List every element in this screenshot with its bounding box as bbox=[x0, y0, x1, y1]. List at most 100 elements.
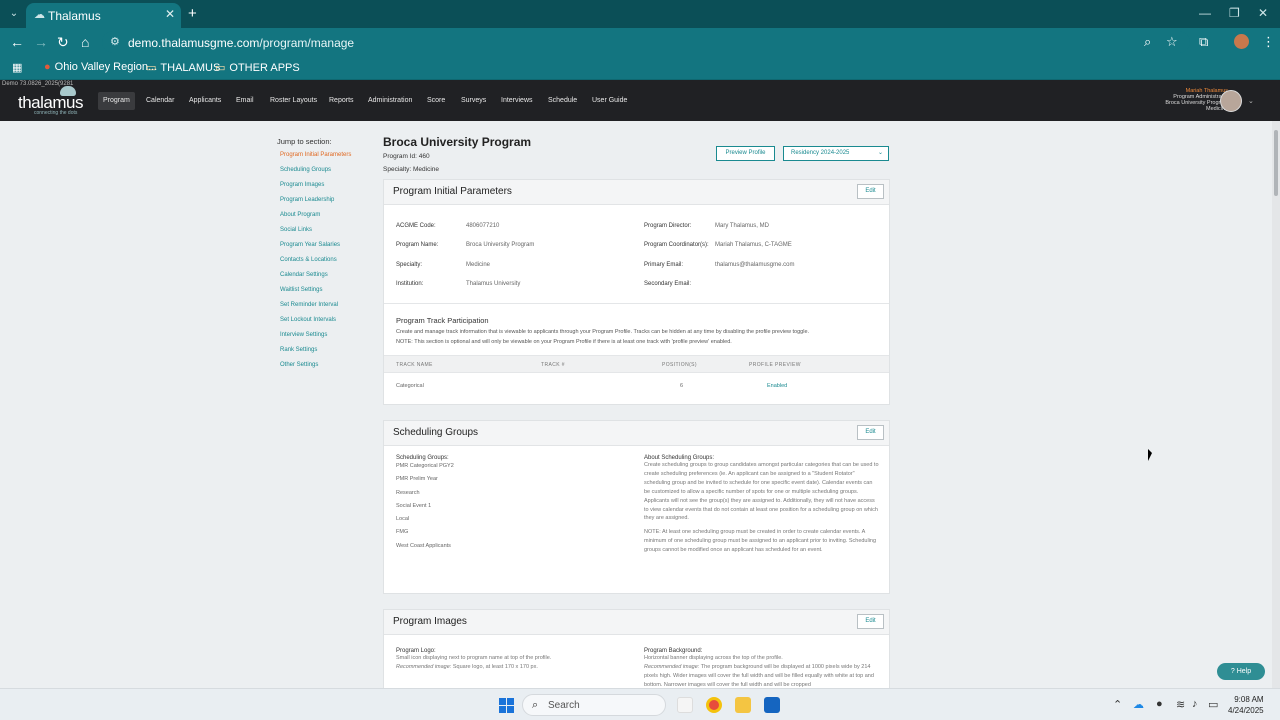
scrollbar-thumb[interactable] bbox=[1274, 130, 1278, 196]
season-select[interactable]: Residency 2024-2025 ⌄ bbox=[783, 146, 889, 161]
user-avatar[interactable] bbox=[1220, 90, 1242, 112]
card-header: Program Images Edit bbox=[384, 610, 889, 635]
list-item: Local bbox=[396, 516, 410, 523]
about-scheduling-groups: About Scheduling Groups: Create scheduli… bbox=[644, 455, 879, 555]
minimize-icon[interactable]: — bbox=[1199, 6, 1211, 20]
slack-app-icon[interactable] bbox=[677, 697, 693, 713]
thalamus-favicon-icon: ☁ bbox=[34, 9, 45, 21]
list-item: Social Event 1 bbox=[396, 502, 432, 509]
edit-initial-parameters-button[interactable]: Edit bbox=[857, 184, 884, 199]
chevron-down-icon: ⌄ bbox=[877, 150, 883, 156]
jump-waitlist-settings[interactable]: Waitlist Settings bbox=[277, 286, 351, 301]
nav-reports[interactable]: Reports bbox=[329, 92, 354, 110]
program-background-desc: Horizontal banner displaying across the … bbox=[644, 655, 783, 661]
user-menu-chevron-icon[interactable]: ⌄ bbox=[1248, 97, 1254, 105]
home-icon[interactable]: ⌂ bbox=[81, 34, 89, 50]
program-logo-desc: Small icon displaying next to program na… bbox=[396, 655, 552, 661]
nav-program[interactable]: Program bbox=[98, 92, 135, 110]
close-window-icon[interactable]: ✕ bbox=[1258, 6, 1268, 20]
nav-user-guide[interactable]: User Guide bbox=[592, 92, 627, 110]
list-item: FMG bbox=[396, 529, 409, 536]
close-tab-icon[interactable]: ✕ bbox=[165, 7, 175, 21]
browser-tab[interactable]: ☁ Thalamus ✕ bbox=[26, 3, 181, 28]
back-arrow-icon[interactable]: ← bbox=[10, 34, 24, 50]
help-button[interactable]: ? Help bbox=[1217, 663, 1265, 680]
nav-email[interactable]: Email bbox=[236, 92, 254, 110]
bookmark-folder-other-apps[interactable]: ▭ OTHER APPS bbox=[215, 61, 300, 74]
taskbar-clock[interactable]: 9:08 AM 4/24/2025 bbox=[1228, 694, 1264, 716]
mouse-cursor-icon bbox=[1148, 449, 1152, 461]
extensions-icon[interactable]: ⧉ bbox=[1199, 34, 1208, 50]
volume-icon[interactable]: ♪ bbox=[1192, 698, 1198, 710]
nav-roster-layouts[interactable]: Roster Layouts bbox=[270, 92, 317, 110]
new-tab-icon[interactable]: + bbox=[188, 5, 197, 22]
jump-set-reminder-interval[interactable]: Set Reminder Interval bbox=[277, 301, 351, 316]
page-content: Jump to section: Program Initial Paramet… bbox=[0, 121, 1272, 688]
wifi-icon[interactable]: ≋ bbox=[1176, 698, 1185, 711]
card-title: Scheduling Groups bbox=[393, 427, 479, 438]
chrome-app-icon[interactable] bbox=[706, 697, 722, 713]
nav-score[interactable]: Score bbox=[427, 92, 445, 110]
preview-profile-button[interactable]: Preview Profile bbox=[716, 146, 775, 161]
tab-search-chevron-icon[interactable]: ⌄ bbox=[6, 6, 22, 22]
outlook-app-icon[interactable] bbox=[764, 697, 780, 713]
page-title: Broca University Program bbox=[383, 135, 532, 149]
track-participation-desc: Create and manage track information that… bbox=[396, 329, 810, 345]
nav-administration[interactable]: Administration bbox=[368, 92, 412, 110]
program-logo-rec: Recommended image: Square logo, at least… bbox=[396, 663, 538, 670]
nav-applicants[interactable]: Applicants bbox=[189, 92, 221, 110]
browser-menu-icon[interactable]: ⋮ bbox=[1262, 34, 1275, 50]
nav-schedule[interactable]: Schedule bbox=[548, 92, 577, 110]
nav-calendar[interactable]: Calendar bbox=[146, 92, 174, 110]
forward-arrow-icon[interactable]: → bbox=[34, 34, 48, 50]
file-explorer-icon[interactable] bbox=[735, 697, 751, 713]
url-text: demo.thalamusgme.com/program/manage bbox=[128, 36, 355, 50]
onedrive-icon[interactable]: ☁ bbox=[1133, 698, 1144, 711]
page-scrollbar[interactable] bbox=[1272, 121, 1280, 688]
track-participation-title: Program Track Participation bbox=[396, 316, 489, 325]
season-select-value: Residency 2024-2025 bbox=[791, 150, 850, 156]
col-profile-preview: PROFILE PREVIEW bbox=[749, 362, 801, 368]
bookmark-favicon-icon: ● bbox=[44, 61, 51, 73]
jump-contacts-locations[interactable]: Contacts & Locations bbox=[277, 256, 351, 271]
edit-program-images-button[interactable]: Edit bbox=[857, 614, 884, 629]
jump-scheduling-groups[interactable]: Scheduling Groups bbox=[277, 166, 351, 181]
user-info[interactable]: Mariah Thalamus Program Administrator Br… bbox=[1165, 88, 1228, 112]
url-field[interactable]: ⚙ demo.thalamusgme.com/program/manage bbox=[102, 31, 1190, 53]
battery-icon[interactable]: ▭ bbox=[1208, 698, 1218, 711]
list-item: West Coast Applicants bbox=[396, 542, 451, 549]
program-background-info: Program Background: Horizontal banner di… bbox=[644, 648, 879, 688]
jump-program-leadership[interactable]: Program Leadership bbox=[277, 196, 351, 211]
scheduling-note-text: NOTE: At least one scheduling group must… bbox=[644, 529, 877, 554]
microphone-icon[interactable]: ● bbox=[1156, 698, 1163, 710]
jump-social-links[interactable]: Social Links bbox=[277, 226, 351, 241]
restore-icon[interactable]: ❐ bbox=[1229, 6, 1240, 20]
track-row-preview-status[interactable]: Enabled bbox=[767, 383, 787, 389]
jump-calendar-settings[interactable]: Calendar Settings bbox=[277, 271, 351, 286]
scheduling-groups-label: Scheduling Groups: bbox=[396, 455, 449, 461]
nav-interviews[interactable]: Interviews bbox=[501, 92, 533, 110]
bookmark-ohio-valley[interactable]: ● Ohio Valley Region... bbox=[44, 61, 157, 73]
windows-start-icon[interactable] bbox=[499, 698, 514, 713]
browser-profile-avatar[interactable] bbox=[1234, 34, 1249, 49]
nav-surveys[interactable]: Surveys bbox=[461, 92, 486, 110]
edit-scheduling-groups-button[interactable]: Edit bbox=[857, 425, 884, 440]
tray-expand-icon[interactable]: ⌃ bbox=[1113, 698, 1122, 711]
jump-other-settings[interactable]: Other Settings bbox=[277, 361, 351, 376]
apps-grid-icon[interactable]: ▦ bbox=[12, 61, 22, 74]
jump-header: Jump to section: bbox=[277, 137, 332, 146]
jump-program-initial-parameters[interactable]: Program Initial Parameters bbox=[277, 151, 351, 166]
jump-set-lockout-intervals[interactable]: Set Lockout Intervals bbox=[277, 316, 351, 331]
bookmark-star-icon[interactable]: ☆ bbox=[1166, 34, 1178, 50]
bookmark-folder-thalamus[interactable]: ▭ THALAMUS bbox=[146, 61, 220, 74]
taskbar-search[interactable]: ⌕ Search bbox=[522, 694, 666, 716]
program-specialty: Specialty: Medicine bbox=[383, 166, 439, 173]
jump-program-images[interactable]: Program Images bbox=[277, 181, 351, 196]
reload-icon[interactable]: ↻ bbox=[57, 34, 69, 50]
zoom-icon[interactable]: ⌕ bbox=[1144, 34, 1151, 50]
jump-program-year-salaries[interactable]: Program Year Salaries bbox=[277, 241, 351, 256]
site-info-icon[interactable]: ⚙ bbox=[110, 35, 120, 48]
jump-about-program[interactable]: About Program bbox=[277, 211, 351, 226]
jump-rank-settings[interactable]: Rank Settings bbox=[277, 346, 351, 361]
jump-interview-settings[interactable]: Interview Settings bbox=[277, 331, 351, 346]
